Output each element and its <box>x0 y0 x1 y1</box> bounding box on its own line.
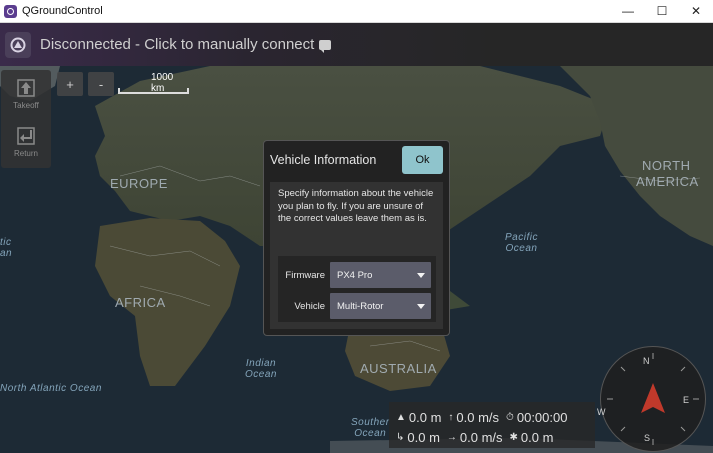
vertical-arrow-icon: ↑ <box>448 411 454 423</box>
firmware-label: Firmware <box>285 269 325 281</box>
home-distance-value: 0.0 m <box>520 429 554 445</box>
map-label-australia: AUSTRALIA <box>360 361 437 376</box>
horizontal-speed-value: 0.0 m/s <box>459 429 503 445</box>
horizontal-speed-readout: → 0.0 m/s <box>447 430 503 445</box>
vertical-speed-readout: ↑ 0.0 m/s <box>448 410 499 425</box>
takeoff-button[interactable]: Takeoff <box>1 70 51 118</box>
telemetry-panel: ▲ 0.0 m ↑ 0.0 m/s ⏱ 00:00:00 ↳ 0.0 m → 0… <box>389 402 595 448</box>
dialog-description: Specify information about the vehicle yo… <box>278 188 434 224</box>
return-button[interactable]: Return <box>1 118 51 166</box>
home-distance-readout: ✱ 0.0 m <box>510 430 554 445</box>
connection-status[interactable]: Disconnected - Click to manually connect <box>40 36 314 53</box>
stopwatch-icon: ⏱ <box>506 411 514 423</box>
map-label-southern: Souther Ocean <box>351 417 390 439</box>
window-titlebar: QGroundControl — ☐ ✕ <box>0 0 713 23</box>
compass-widget[interactable]: N E S W <box>597 346 706 452</box>
vehicle-row: Vehicle Multi-Rotor <box>278 293 436 319</box>
firmware-select[interactable]: PX4 Pro <box>330 262 431 288</box>
takeoff-icon <box>17 79 35 97</box>
map-scale: 1000 km <box>118 72 189 96</box>
altitude-readout: ▲ 0.0 m <box>396 410 441 425</box>
atlantic-edge-line2: an <box>0 248 13 259</box>
scale-bar <box>118 88 189 94</box>
close-button[interactable]: ✕ <box>679 0 713 22</box>
telemetry-row-1: ▲ 0.0 m ↑ 0.0 m/s ⏱ 00:00:00 <box>389 408 567 426</box>
map-label-pacific: Pacific Ocean <box>505 232 538 254</box>
distance-value: 0.0 m <box>407 429 440 445</box>
map-label-africa: AFRICA <box>115 295 166 310</box>
ok-button[interactable]: Ok <box>402 146 443 174</box>
minimize-button[interactable]: — <box>611 0 645 22</box>
return-icon <box>17 127 35 145</box>
chevron-down-icon <box>417 304 425 309</box>
flight-time-value: 00:00:00 <box>516 409 568 425</box>
chevron-down-icon <box>417 273 425 278</box>
flight-time-readout: ⏱ 00:00:00 <box>506 410 567 425</box>
map-label-europe: EUROPE <box>110 176 168 191</box>
vehicle-form: Firmware PX4 Pro Vehicle Multi-Rotor <box>278 256 436 322</box>
distance-readout: ↳ 0.0 m <box>396 430 440 445</box>
compass-s: S <box>644 433 651 443</box>
message-icon[interactable] <box>319 39 332 53</box>
return-label: Return <box>13 149 38 158</box>
southern-line2: Ocean <box>354 428 387 439</box>
tool-strip: Takeoff Return <box>1 70 51 168</box>
firmware-value: PX4 Pro <box>337 269 373 281</box>
vehicle-label: Vehicle <box>294 300 325 312</box>
dialog-title: Vehicle Information <box>270 153 377 167</box>
map-label-north: NORTH <box>642 158 691 173</box>
map-label-america: AMERICA <box>636 174 699 189</box>
telemetry-row-2: ↳ 0.0 m → 0.0 m/s ✱ 0.0 m <box>389 428 553 446</box>
heading-arrow-icon <box>641 383 665 413</box>
window-controls: — ☐ ✕ <box>611 0 713 22</box>
arrow-up-icon: ▲ <box>396 411 406 423</box>
vehicle-value: Multi-Rotor <box>337 300 384 312</box>
indian-line2: Ocean <box>245 369 277 380</box>
compass-n: N <box>643 356 650 366</box>
altitude-value: 0.0 m <box>408 409 442 425</box>
map-label-atlantic-edge: tic an <box>0 237 12 259</box>
indian-line1: Indian <box>245 358 277 369</box>
pacific-line1: Pacific <box>505 232 538 243</box>
window-title: QGroundControl <box>22 5 103 17</box>
qgc-logo-icon[interactable] <box>5 31 31 58</box>
map-label-indian: Indian Ocean <box>245 358 277 380</box>
zoom-in-button[interactable]: + <box>57 72 83 96</box>
walking-person-icon: ✱ <box>509 431 518 443</box>
atlantic-edge-line1: tic <box>0 237 12 248</box>
vertical-speed-value: 0.0 m/s <box>456 409 500 425</box>
takeoff-label: Takeoff <box>13 101 39 110</box>
vehicle-select[interactable]: Multi-Rotor <box>330 293 431 319</box>
turn-arrow-icon: ↳ <box>396 431 405 443</box>
southern-line1: Souther <box>351 417 390 428</box>
arrow-right-icon: → <box>446 431 457 443</box>
firmware-row: Firmware PX4 Pro <box>278 262 436 288</box>
compass-e: E <box>683 395 690 405</box>
dialog-body: Specify information about the vehicle yo… <box>270 182 443 329</box>
compass-dial <box>607 353 699 445</box>
maximize-button[interactable]: ☐ <box>645 0 679 22</box>
main-toolbar: Disconnected - Click to manually connect <box>0 23 713 66</box>
vehicle-info-dialog: Vehicle Information Ok Specify informati… <box>263 140 450 336</box>
compass-w: W <box>597 407 606 417</box>
pacific-line2: Ocean <box>505 243 538 254</box>
map-label-north-atlantic: North Atlantic Ocean <box>0 383 102 394</box>
zoom-out-button[interactable]: - <box>88 72 114 96</box>
qgc-app-icon <box>4 4 17 18</box>
